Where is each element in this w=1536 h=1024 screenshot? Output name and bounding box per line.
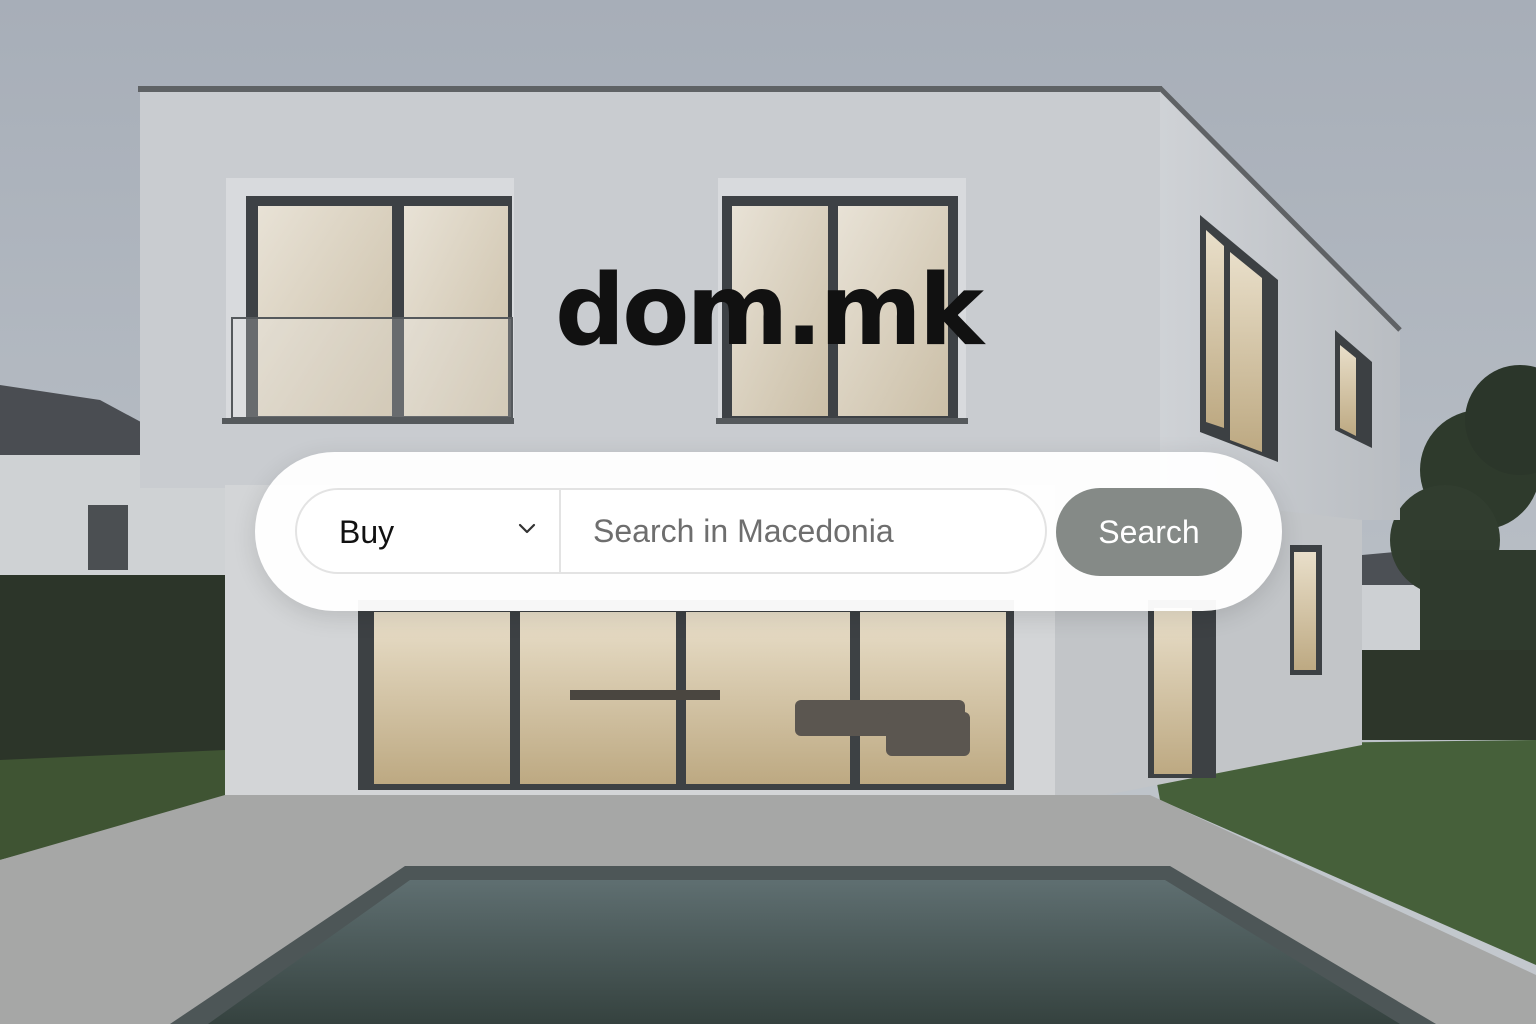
listing-type-value: Buy [339, 514, 395, 550]
site-logo[interactable]: dom.mk [0, 262, 1536, 360]
search-field-group: Buy [295, 488, 1047, 574]
search-bar: Buy Search [255, 452, 1282, 611]
search-input[interactable] [561, 490, 1045, 572]
hero-section: dom.mk Buy Search [0, 0, 1536, 1024]
chevron-down-icon [518, 523, 536, 534]
search-button[interactable]: Search [1056, 488, 1242, 576]
listing-type-select[interactable]: Buy [297, 490, 561, 572]
